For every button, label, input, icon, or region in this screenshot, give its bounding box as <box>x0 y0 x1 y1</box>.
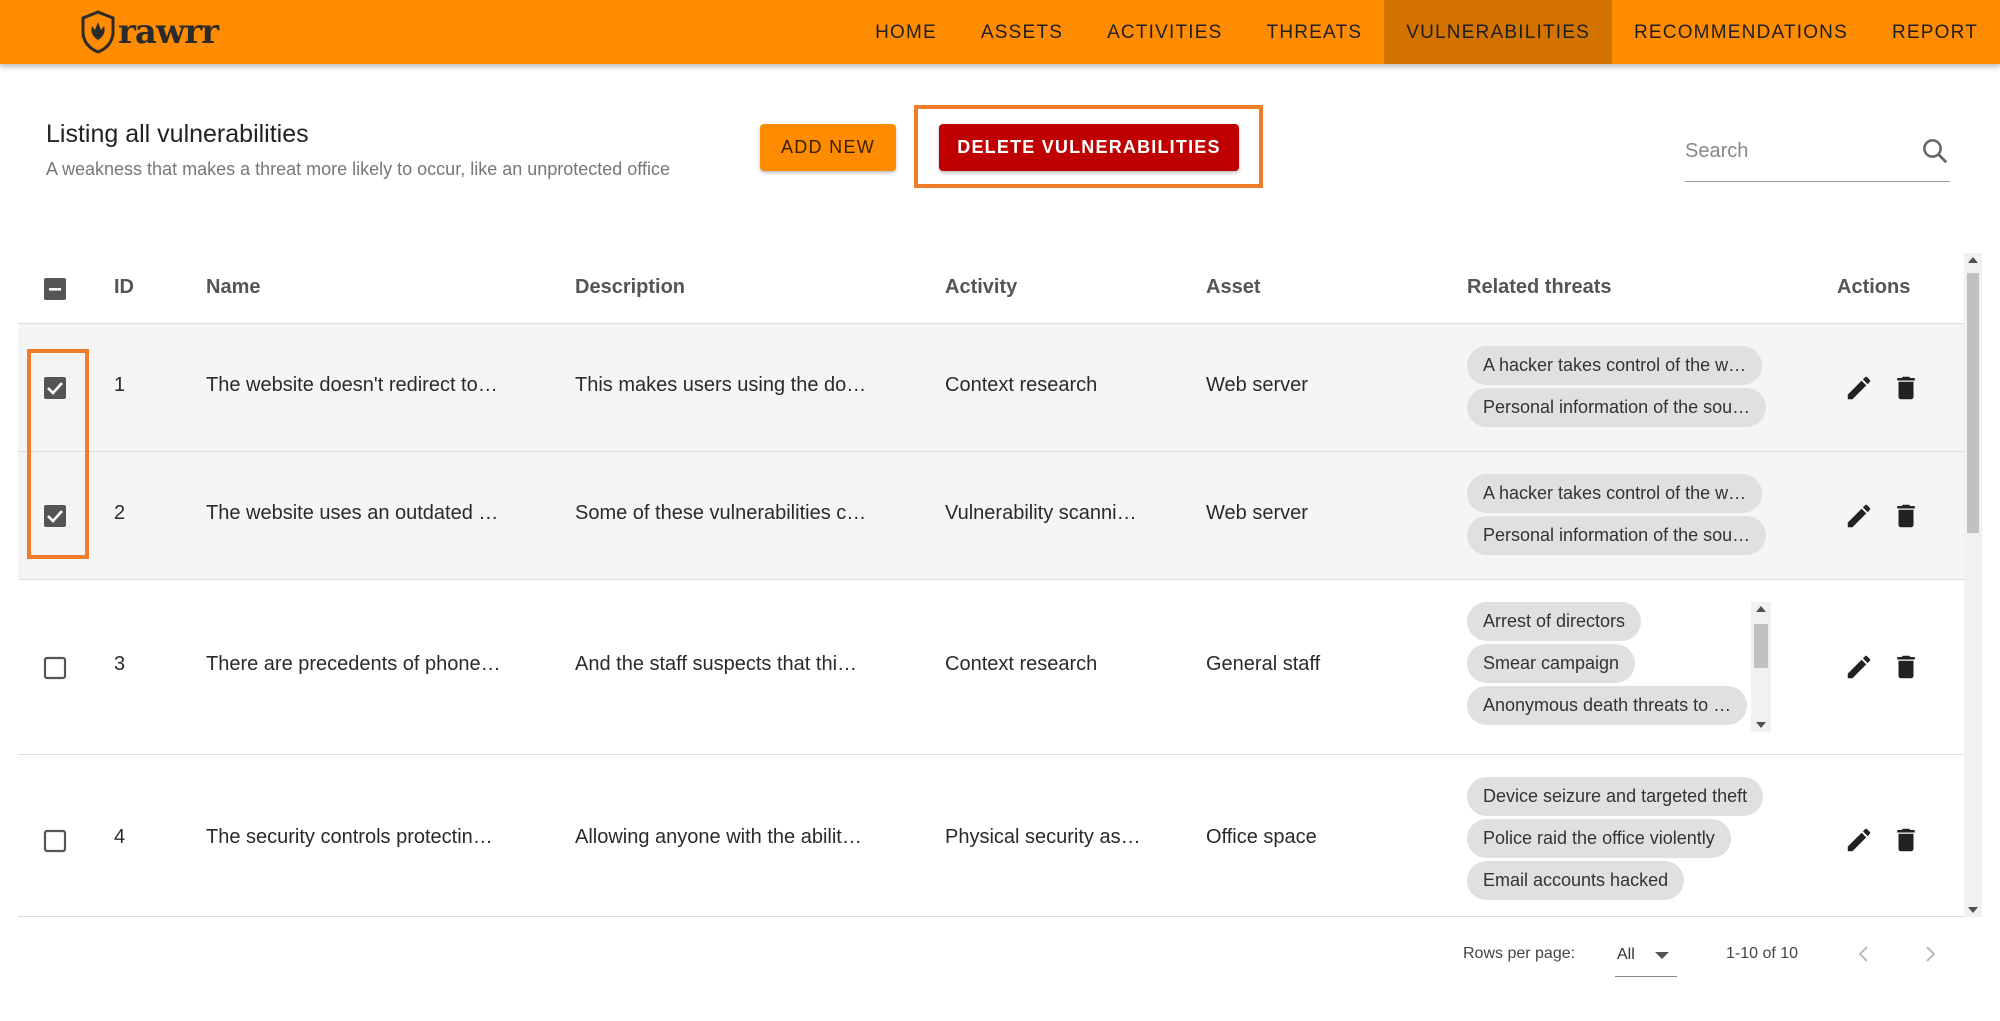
nav-report[interactable]: REPORT <box>1870 0 2000 64</box>
threat-chip[interactable]: Police raid the office violently <box>1467 819 1731 858</box>
delete-icon[interactable] <box>1891 501 1921 531</box>
page-subtitle: A weakness that makes a threat more like… <box>46 159 670 179</box>
threat-chip[interactable]: Personal information of the sou… <box>1467 516 1767 555</box>
cell-asset: Web server <box>1206 502 1308 524</box>
delete-icon[interactable] <box>1891 373 1921 403</box>
related-threats-list: A hacker takes control of the w… Persona… <box>1467 474 1767 558</box>
threat-chip[interactable]: A hacker takes control of the w… <box>1467 474 1763 513</box>
related-threats-list: Arrest of directors Smear campaign Anony… <box>1467 602 1752 732</box>
threat-chip[interactable]: Arrest of directors <box>1467 602 1642 641</box>
threat-chip[interactable]: Anonymous death threats to … <box>1467 686 1748 725</box>
cell-activity: Context research <box>945 374 1098 396</box>
edit-icon[interactable] <box>1844 825 1874 855</box>
cell-activity: Physical security as… <box>945 826 1141 848</box>
dropdown-caret-icon <box>1655 952 1669 959</box>
edit-icon[interactable] <box>1844 373 1874 403</box>
row-checkbox[interactable] <box>43 829 67 853</box>
rows-per-page-select[interactable]: All <box>1615 937 1677 977</box>
delete-vulnerabilities-button[interactable]: DELETE VULNERABILITIES <box>939 124 1239 171</box>
cell-description: This makes users using the do… <box>575 374 867 396</box>
cell-asset: General staff <box>1206 653 1321 675</box>
nav-recommendations[interactable]: RECOMMENDATIONS <box>1612 0 1870 64</box>
row-checkbox[interactable] <box>43 656 67 680</box>
shield-logo-icon <box>81 10 115 54</box>
edit-icon[interactable] <box>1844 652 1874 682</box>
table-row[interactable]: 2 The website uses an outdated … Some of… <box>18 452 1964 580</box>
cell-name: The website uses an outdated … <box>206 502 499 524</box>
cell-id: 2 <box>114 502 126 524</box>
nav-home[interactable]: HOME <box>853 0 959 64</box>
vulnerabilities-table: ID Name Description Activity Asset Relat… <box>18 257 1964 917</box>
table-row[interactable]: 1 The website doesn't redirect to… This … <box>18 324 1964 452</box>
related-threats-list: A hacker takes control of the w… Persona… <box>1467 346 1767 430</box>
cell-activity: Vulnerability scanni… <box>945 502 1137 524</box>
edit-icon[interactable] <box>1844 501 1874 531</box>
threats-scrollbar[interactable] <box>1751 602 1771 732</box>
chevron-left-icon[interactable] <box>1852 942 1876 966</box>
cell-activity: Context research <box>945 653 1098 675</box>
threat-chip[interactable]: Smear campaign <box>1467 644 1636 683</box>
add-new-button[interactable]: ADD NEW <box>760 124 896 171</box>
app-logo[interactable]: rawrr <box>80 10 219 54</box>
chevron-right-icon[interactable] <box>1918 942 1942 966</box>
col-name[interactable]: Name <box>206 257 260 324</box>
table-row[interactable]: 4 The security controls protectin… Allow… <box>18 755 1964 917</box>
cell-name: The security controls protectin… <box>206 826 493 848</box>
cell-description: And the staff suspects that thi… <box>575 653 858 675</box>
delete-icon[interactable] <box>1891 825 1921 855</box>
cell-description: Allowing anyone with the abilit… <box>575 826 862 848</box>
threat-chip[interactable]: A hacker takes control of the w… <box>1467 346 1763 385</box>
search-input[interactable] <box>1685 140 1905 163</box>
table-row[interactable]: 3 There are precedents of phone… And the… <box>18 580 1964 755</box>
cell-name: There are precedents of phone… <box>206 653 501 675</box>
table-scrollbar[interactable] <box>1964 253 1982 917</box>
rows-per-page-value: All <box>1617 946 1635 963</box>
cell-name: The website doesn't redirect to… <box>206 374 498 396</box>
cell-id: 1 <box>114 374 126 396</box>
logo-text: rawrr <box>118 12 219 52</box>
selected-checkboxes-highlight <box>27 349 89 559</box>
cell-description: Some of these vulnerabilities c… <box>575 502 867 524</box>
related-threats-list: Device seizure and targeted theft Police… <box>1467 777 1764 903</box>
col-actions: Actions <box>1837 276 1911 298</box>
threat-chip[interactable]: Email accounts hacked <box>1467 861 1685 900</box>
pagination-range: 1-10 of 10 <box>1726 945 1799 962</box>
threat-chip[interactable]: Personal information of the sou… <box>1467 388 1767 427</box>
search-icon[interactable] <box>1920 136 1950 166</box>
page-title: Listing all vulnerabilities <box>46 120 309 148</box>
search-field <box>1685 139 1950 182</box>
col-related-threats[interactable]: Related threats <box>1467 257 1612 324</box>
cell-id: 3 <box>114 653 126 675</box>
col-activity[interactable]: Activity <box>945 257 1017 324</box>
cell-id: 4 <box>114 826 126 848</box>
rows-per-page-label: Rows per page: <box>1463 945 1576 962</box>
select-all-checkbox[interactable] <box>43 277 67 301</box>
cell-asset: Office space <box>1206 826 1317 848</box>
nav-vulnerabilities[interactable]: VULNERABILITIES <box>1384 0 1612 64</box>
nav-threats[interactable]: THREATS <box>1245 0 1385 64</box>
cell-asset: Web server <box>1206 374 1308 396</box>
top-navbar: rawrr HOME ASSETS ACTIVITIES THREATS VUL… <box>0 0 2000 64</box>
col-asset[interactable]: Asset <box>1206 257 1260 324</box>
nav-activities[interactable]: ACTIVITIES <box>1085 0 1244 64</box>
nav-assets[interactable]: ASSETS <box>959 0 1085 64</box>
threat-chip[interactable]: Device seizure and targeted theft <box>1467 777 1764 816</box>
delete-icon[interactable] <box>1891 652 1921 682</box>
col-description[interactable]: Description <box>575 257 685 324</box>
main-nav: HOME ASSETS ACTIVITIES THREATS VULNERABI… <box>853 0 2000 64</box>
table-header: ID Name Description Activity Asset Relat… <box>18 257 1964 324</box>
col-id[interactable]: ID <box>114 257 134 324</box>
